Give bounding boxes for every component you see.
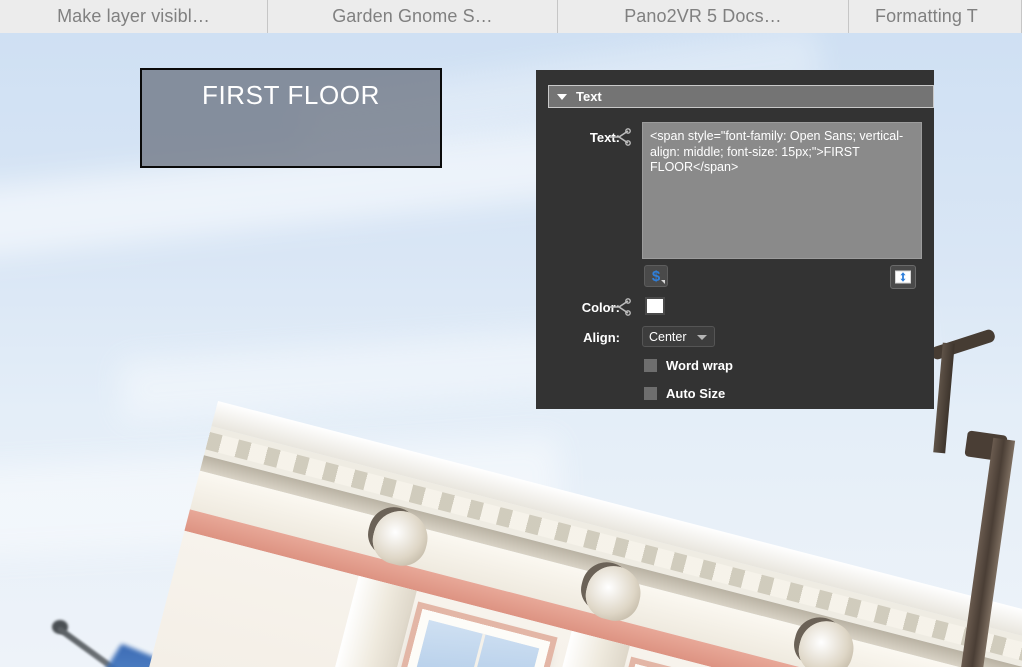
chevron-down-icon	[697, 335, 707, 340]
dollar-variable-icon: $	[651, 267, 661, 285]
vertical-align-icon	[895, 270, 911, 284]
link-node-icon[interactable]	[608, 128, 632, 146]
street-lamp-arm	[929, 328, 997, 361]
insert-variable-button[interactable]: $	[644, 265, 668, 287]
tab-garden-gnome-software[interactable]: Garden Gnome S…	[268, 0, 558, 33]
canvas-text-element-label: FIRST FLOOR	[201, 80, 381, 110]
checkbox-label: Auto Size	[666, 386, 726, 401]
align-dropdown[interactable]: Center	[642, 326, 715, 347]
panel-header-text[interactable]: Text	[548, 85, 934, 108]
tab-pano2vr-5-docs[interactable]: Pano2VR 5 Docs…	[558, 0, 849, 33]
vertical-align-button[interactable]	[890, 265, 916, 289]
link-node-icon[interactable]	[608, 298, 632, 316]
align-dropdown-value: Center	[649, 329, 687, 344]
checkbox-box[interactable]	[644, 359, 657, 372]
checkbox-label: Word wrap	[666, 358, 733, 373]
application-window: Make layer visibl… Garden Gnome S… Pano2…	[0, 0, 1022, 667]
canvas-text-element[interactable]: FIRST FLOOR	[140, 68, 442, 168]
checkbox-word-wrap[interactable]: Word wrap	[644, 358, 733, 373]
checkbox-auto-size[interactable]: Auto Size	[644, 386, 725, 401]
browser-tab-strip: Make layer visibl… Garden Gnome S… Pano2…	[0, 0, 1022, 33]
panel-title: Text	[576, 89, 602, 104]
text-source-input[interactable]	[642, 122, 922, 259]
checkbox-box[interactable]	[644, 387, 657, 400]
color-swatch-button[interactable]	[645, 297, 665, 315]
tab-formatting-text[interactable]: Formatting T	[849, 0, 1022, 33]
triangle-down-icon[interactable]	[557, 93, 567, 100]
tab-make-layer-visible[interactable]: Make layer visibl…	[0, 0, 268, 33]
align-field-label: Align:	[583, 330, 620, 345]
chevron-down-icon	[661, 280, 665, 284]
